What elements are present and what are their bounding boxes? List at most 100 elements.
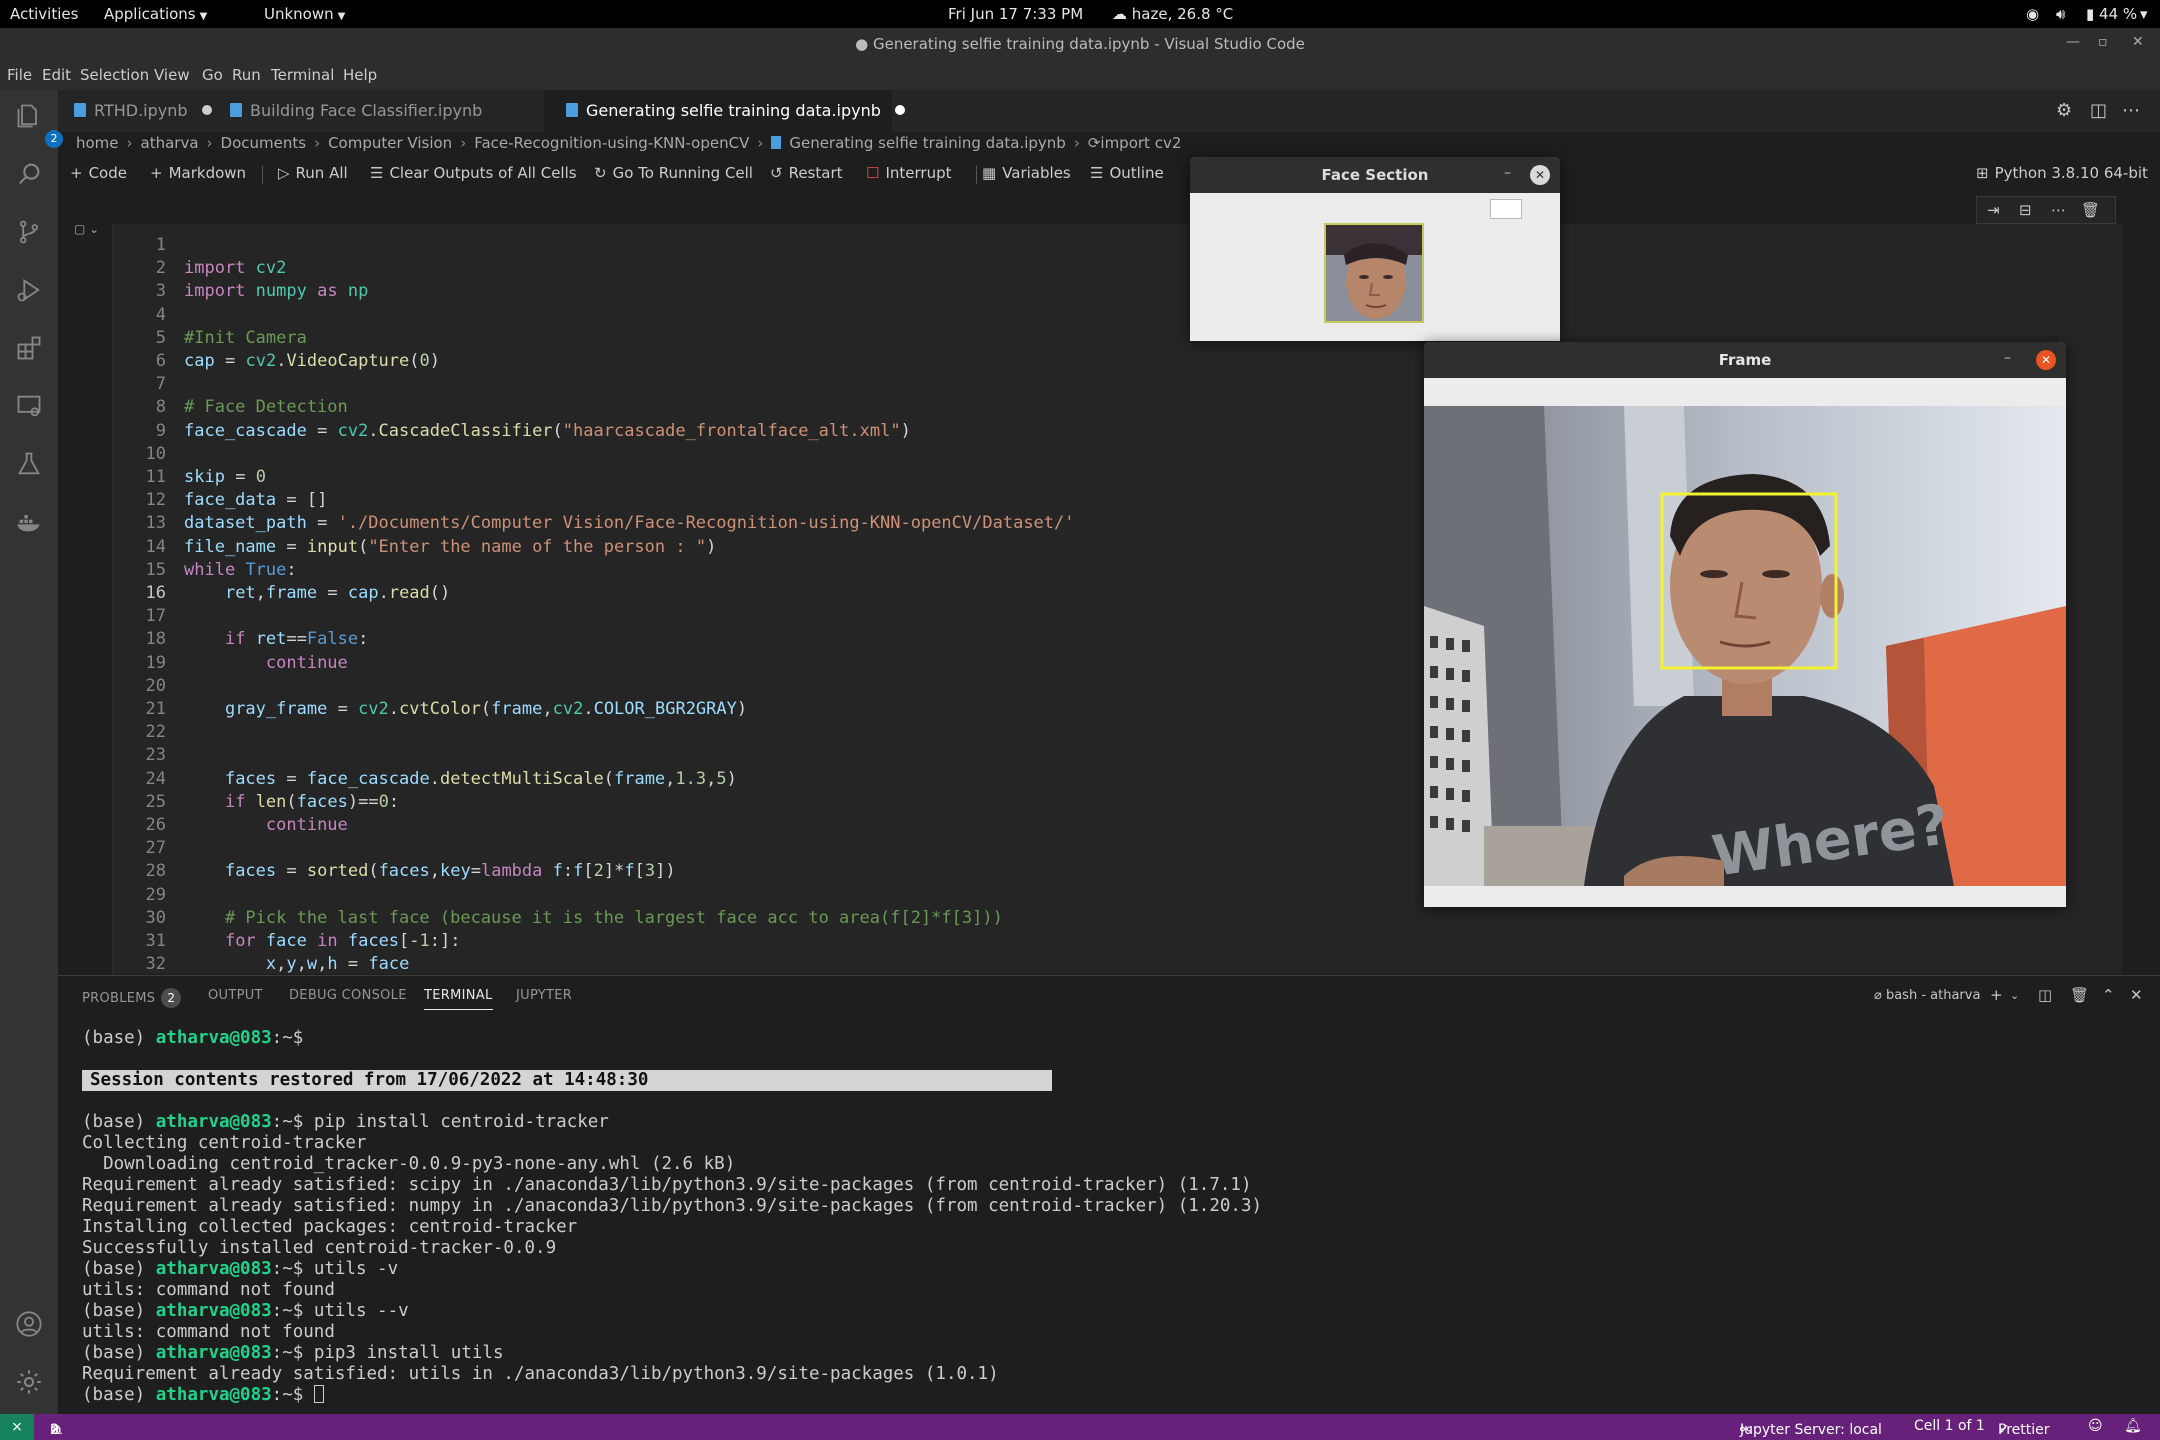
terminal-shell-selector[interactable]: ⌀ bash - atharva [1874,988,1980,1003]
outline-icon: ☰ [1090,164,1104,182]
chevron-down-icon[interactable]: ⌄ [2010,989,2019,1002]
applications-menu[interactable]: Applications ▼ [104,5,207,23]
bottom-panel: PROBLEMS 2 OUTPUT DEBUG CONSOLE TERMINAL … [58,975,2160,1414]
tab-debug-console[interactable]: DEBUG CONSOLE [289,988,407,1003]
panel-header: PROBLEMS 2 OUTPUT DEBUG CONSOLE TERMINAL … [58,976,2160,1016]
trash-icon[interactable]: 🗑︎ [2070,986,2089,1004]
notebook-file-icon [230,103,242,117]
notifications-bell-icon[interactable]: 🔔︎ [2124,1418,2142,1434]
tab-jupyter[interactable]: JUPYTER [516,988,572,1003]
docker-icon[interactable] [15,508,43,536]
tab-label: PROBLEMS [82,991,156,1006]
menu-selection[interactable]: Selection [80,66,149,84]
breadcrumb-item[interactable]: Documents [221,134,307,152]
menu-edit[interactable]: Edit [42,66,71,84]
add-code-cell-button[interactable]: + Code [70,164,127,182]
search-icon[interactable] [15,160,43,188]
close-panel-icon[interactable]: ✕ [2130,986,2143,1004]
minimize-icon[interactable]: — [2066,34,2080,50]
tab-building-face-classifier[interactable]: Building Face Classifier.ipynb [230,90,540,132]
testing-icon[interactable] [15,450,43,478]
close-icon[interactable]: ✕ [2036,350,2056,370]
source-control-icon[interactable] [15,218,43,246]
volume-icon[interactable]: 🔊︎ [2056,5,2065,23]
restart-button[interactable]: ↺ Restart [770,164,843,182]
prompt-prefix: (base) [82,1259,156,1279]
menu-run[interactable]: Run [232,66,261,84]
line-number: 32 [145,954,166,974]
accounts-icon[interactable] [15,1310,43,1338]
line-number: 7 [155,374,166,395]
feedback-icon[interactable]: ☺ [2088,1418,2103,1434]
wifi-icon[interactable]: ◉ [2026,5,2039,23]
split-cell-icon[interactable]: ⊟ [2019,201,2032,219]
breadcrumb-item[interactable]: Generating selfie training data.ipynb [789,134,1065,152]
tab-rthd[interactable]: RTHD.ipynb [74,90,224,132]
minimize-icon[interactable]: – [2004,350,2011,366]
code-text: # Pick the last face (because it is the … [224,907,1003,928]
window-title: Frame [1424,342,2066,378]
frame-window[interactable]: Frame – ✕ Where? [1424,342,2066,907]
run-debug-icon[interactable] [15,276,43,304]
menu-file[interactable]: File [7,66,32,84]
kernel-picker[interactable]: ⊞ Python 3.8.10 64-bit [1976,164,2148,182]
clear-outputs-button[interactable]: ☰ Clear Outputs of All Cells [370,164,577,182]
more-actions-icon[interactable]: ⋯ [2122,100,2140,121]
prompt-user: atharva@083 [155,1385,272,1405]
cell-checkbox-icon[interactable]: ▢ [74,222,85,236]
maximize-icon[interactable]: ▫ [2098,34,2108,50]
menu-terminal[interactable]: Terminal [271,66,334,84]
weather-indicator[interactable]: ☁ haze, 26.8 °C [1112,5,1233,23]
run-all-button[interactable]: ▷ Run All [278,164,348,182]
breadcrumb-item[interactable]: home [76,134,119,152]
unknown-menu[interactable]: Unknown ▼ [264,5,345,23]
split-terminal-icon[interactable]: ◫ [2038,986,2052,1004]
activities-button[interactable]: Activities [10,5,78,23]
battery-indicator[interactable]: ▮ 44 % [2086,5,2137,23]
gear-icon[interactable]: ⚙ [2056,100,2072,121]
breadcrumb-item[interactable]: Face-Recognition-using-KNN-openCV [474,134,749,152]
system-menu-caret-icon[interactable]: ▾ [2140,5,2148,23]
menu-view[interactable]: View [154,66,190,84]
code-text: import numpy as np [184,281,369,302]
breadcrumb-item[interactable]: Computer Vision [328,134,452,152]
menu-go[interactable]: Go [202,66,223,84]
execute-above-icon[interactable]: ⇥ [1987,201,2000,219]
goto-running-cell-button[interactable]: ↻ Go To Running Cell [594,164,753,182]
explorer-icon[interactable]: 2 [15,102,63,148]
tab-generating-selfie[interactable]: Generating selfie training data.ipynb [544,90,905,132]
variables-button[interactable]: ▦ Variables [982,164,1071,182]
remote-indicator-icon[interactable]: ⨯ [0,1414,34,1440]
face-section-window[interactable]: Face Section – ✕ [1190,157,1560,341]
settings-gear-icon[interactable] [15,1368,43,1396]
remote-explorer-icon[interactable] [15,392,43,420]
breadcrumb-item[interactable]: atharva [141,134,199,152]
breadcrumb-item[interactable]: import cv2 [1100,134,1181,152]
maximize-panel-icon[interactable]: ⌃ [2102,986,2115,1004]
cell-position[interactable]: Cell 1 of 1 [1914,1418,1985,1434]
prompt-suffix: :~$ [271,1385,314,1405]
minimize-icon[interactable]: – [1504,165,1511,181]
add-markdown-cell-button[interactable]: + Markdown [150,164,246,182]
interrupt-button[interactable]: ☐ Interrupt [866,164,951,182]
split-editor-icon[interactable]: ◫ [2090,100,2107,121]
delete-cell-icon[interactable]: 🗑︎ [2081,201,2100,219]
terminal-output[interactable]: (base) atharva@083:~$ Session contents r… [82,1028,2142,1406]
new-terminal-icon[interactable]: + [1990,986,2003,1004]
tab-output[interactable]: OUTPUT [208,988,263,1003]
line-number: 14 [145,536,166,557]
tab-terminal[interactable]: TERMINAL [424,988,493,1010]
breadcrumb: home › atharva › Documents › Computer Vision › F… [76,134,1181,156]
terminal-line: Collecting centroid-tracker [82,1133,367,1153]
editor-tabs: RTHD.ipynb Building Face Classifier.ipyn… [58,90,2160,132]
close-icon[interactable]: ✕ [2132,34,2144,50]
extensions-icon[interactable] [15,334,43,362]
menu-help[interactable]: Help [343,66,377,84]
chevron-down-icon[interactable]: ⌄ [89,222,99,236]
outline-button[interactable]: ☰ Outline [1090,164,1164,182]
close-icon[interactable]: ✕ [1530,165,1550,185]
clock[interactable]: Fri Jun 17 7:33 PM [948,5,1083,23]
more-actions-icon[interactable]: ⋯ [2051,201,2066,219]
tab-problems[interactable]: PROBLEMS 2 [82,988,182,1008]
face-crop-image [1324,223,1424,323]
